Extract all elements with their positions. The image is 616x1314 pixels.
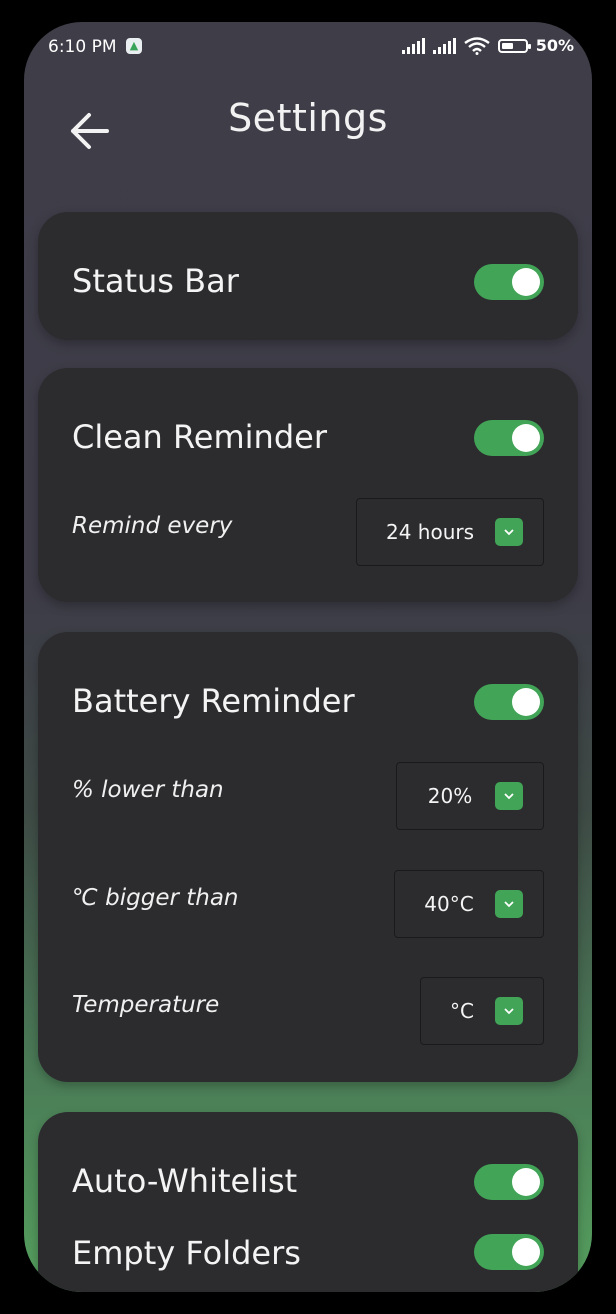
toggle-knob [512,268,540,296]
battery-reminder-toggle[interactable] [474,684,544,720]
toggle-knob [512,1168,540,1196]
signal-strength-icon-2 [432,37,456,54]
lower-than-value: 20% [427,784,473,808]
toggle-knob [512,424,540,452]
signal-strength-icon [401,37,425,54]
empty-folders-label: Empty Folders [72,1234,301,1272]
status-bar-toggle[interactable] [474,264,544,300]
page-title: Settings [228,96,388,140]
remind-every-select[interactable]: 24 hours [356,498,544,566]
battery-icon [497,38,531,53]
auto-whitelist-label: Auto-Whitelist [72,1162,298,1200]
cleaning-options-card: Auto-Whitelist Empty Folders [38,1112,578,1292]
chevron-down-icon [495,782,523,810]
lower-than-select[interactable]: 20% [396,762,544,830]
status-bar-title: Status Bar [72,262,239,300]
empty-folders-toggle[interactable] [474,1234,544,1270]
chevron-down-icon [495,890,523,918]
temperature-unit-value: °C [450,999,474,1023]
battery-reminder-title: Battery Reminder [72,682,355,720]
system-status-bar: 6:10 PM ▲ 50% [24,22,592,72]
remind-every-label: Remind every [72,513,233,539]
bigger-than-select[interactable]: 40°C [394,870,544,938]
lower-than-label: % lower than [72,777,224,803]
clean-reminder-title: Clean Reminder [72,418,327,456]
chevron-down-icon [495,997,523,1025]
auto-whitelist-toggle[interactable] [474,1164,544,1200]
remind-every-value: 24 hours [385,520,475,544]
bigger-than-label: ℃ bigger than [72,885,239,911]
toggle-knob [512,1238,540,1266]
toggle-knob [512,688,540,716]
clock: 6:10 PM [48,37,117,57]
clean-reminder-toggle[interactable] [474,420,544,456]
temperature-unit-select[interactable]: °C [420,977,544,1045]
wifi-icon [463,36,490,55]
battery-reminder-card: Battery Reminder % lower than 20% ℃ bigg… [38,632,578,1082]
app-notification-icon: ▲ [126,38,142,54]
status-bar-card: Status Bar [38,212,578,340]
temperature-label: Temperature [72,992,220,1018]
bigger-than-value: 40°C [424,892,474,916]
battery-percent: 50% [535,36,574,55]
phone-screen: 6:10 PM ▲ 50% Settings Status Bar Clean … [24,22,592,1292]
clean-reminder-card: Clean Reminder Remind every 24 hours [38,368,578,602]
chevron-down-icon [495,518,523,546]
